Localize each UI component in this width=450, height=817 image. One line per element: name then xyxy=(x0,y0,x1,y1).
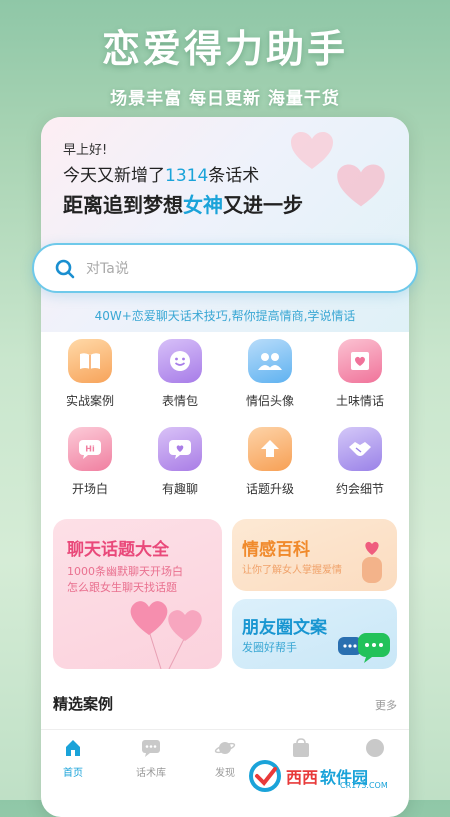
feature-item-cheesy-lines[interactable]: 土味情话 xyxy=(315,339,405,409)
feature-label: 土味情话 xyxy=(335,394,384,408)
slogan-accent: 女神 xyxy=(183,193,223,217)
smiley-icon xyxy=(158,339,202,383)
feature-label: 开场白 xyxy=(71,482,108,496)
app-screen: 早上好! 今天又新增了1314条话术 距离追到梦想女神又进一步 40W+恋爱聊天… xyxy=(41,117,409,817)
slogan-prefix: 距离追到梦想 xyxy=(63,193,183,217)
feature-item-openers[interactable]: Hi 开场白 xyxy=(45,427,135,497)
feature-label: 话题升级 xyxy=(245,482,294,496)
greeting-text: 早上好! xyxy=(63,143,108,158)
site-watermark: 西西 软件园 CR173.COM xyxy=(248,756,444,796)
hand-heart-icon xyxy=(362,541,382,583)
heart-balloons-icon xyxy=(130,601,202,669)
feature-item-topic-upgrade[interactable]: 话题升级 xyxy=(225,427,315,497)
chat-topics-card[interactable]: 聊天话题大全 1000条幽默聊天开场白 怎么跟女生聊天找话题 xyxy=(53,519,222,669)
profile-icon xyxy=(366,739,384,757)
tab-home[interactable]: 首页 xyxy=(43,738,103,779)
card-subtitle: 怎么跟女生聊天找话题 xyxy=(67,581,177,594)
svg-text:Hi: Hi xyxy=(85,445,95,454)
heart-decoration-icon xyxy=(291,132,333,169)
feature-label: 情侣头像 xyxy=(245,394,294,408)
hero-banner: 早上好! 今天又新增了1314条话术 距离追到梦想女神又进一步 xyxy=(41,117,409,332)
couple-avatar-icon xyxy=(248,339,292,383)
card-title: 朋友圈文案 xyxy=(242,618,327,638)
handshake-icon xyxy=(338,427,382,471)
feature-item-cases[interactable]: 实战案例 xyxy=(45,339,135,409)
heart-decoration-icon xyxy=(337,164,385,207)
chat-library-icon xyxy=(142,740,160,757)
feature-label: 实战案例 xyxy=(65,394,114,408)
home-icon xyxy=(66,740,80,756)
featured-cases-title: 精选案例 xyxy=(53,695,114,713)
card-subtitle: 1000条幽默聊天开场白 xyxy=(67,565,183,578)
tab-label: 首页 xyxy=(63,768,83,779)
search-bar[interactable] xyxy=(32,243,418,293)
bag-icon xyxy=(293,738,309,757)
card-subtitle: 让你了解女人掌握爱情 xyxy=(242,565,342,576)
more-link[interactable]: 更多 xyxy=(375,697,397,713)
slogan-suffix: 又进一步 xyxy=(223,193,303,217)
search-icon xyxy=(55,259,75,279)
feature-item-stickers[interactable]: 表情包 xyxy=(135,339,225,409)
hi-bubble-icon: Hi xyxy=(68,427,112,471)
planet-icon xyxy=(214,742,236,754)
card-title: 聊天话题大全 xyxy=(67,540,169,560)
feature-item-fun-chat[interactable]: 有趣聊 xyxy=(135,427,225,497)
tab-discover[interactable]: 发现 xyxy=(195,738,255,779)
love-letter-icon xyxy=(338,339,382,383)
book-icon xyxy=(68,339,112,383)
promo-subtitle: 场景丰富 每日更新 海量干货 xyxy=(110,89,340,109)
update-suffix: 条话术 xyxy=(208,166,260,186)
watermark-url: CR173.COM xyxy=(340,781,388,790)
emotion-encyclopedia-card[interactable]: 情感百科 让你了解女人掌握爱情 xyxy=(232,519,397,591)
watermark-logo-icon xyxy=(249,760,281,792)
chat-heart-icon xyxy=(158,427,202,471)
feature-item-couple-avatars[interactable]: 情侣头像 xyxy=(225,339,315,409)
moments-copy-card[interactable]: 朋友圈文案 发圈好帮手 xyxy=(232,599,397,669)
feature-label: 有趣聊 xyxy=(161,482,198,496)
update-prefix: 今天又新增了 xyxy=(63,166,165,186)
card-subtitle: 发圈好帮手 xyxy=(242,641,297,654)
update-count: 1314 xyxy=(165,166,209,186)
tab-label: 发现 xyxy=(215,768,235,779)
feature-label: 约会细节 xyxy=(335,482,384,496)
feature-label: 表情包 xyxy=(161,394,198,408)
slogan-text: 距离追到梦想女神又进一步 xyxy=(63,189,303,218)
daily-update-text: 今天又新增了1314条话术 xyxy=(63,161,259,186)
feature-item-date-details[interactable]: 约会细节 xyxy=(315,427,405,497)
tab-chat-library[interactable]: 话术库 xyxy=(121,738,181,779)
search-tagline: 40W+恋爱聊天话术技巧,帮你提高情商,学说情话 xyxy=(94,309,356,323)
search-input[interactable] xyxy=(84,255,388,283)
tab-label: 话术库 xyxy=(136,768,166,779)
watermark-brand: 西西 xyxy=(286,768,319,787)
arrow-up-icon xyxy=(248,427,292,471)
promo-title: 恋爱得力助手 xyxy=(101,27,348,71)
chat-bubbles-icon xyxy=(338,633,390,663)
card-title: 情感百科 xyxy=(242,540,310,560)
